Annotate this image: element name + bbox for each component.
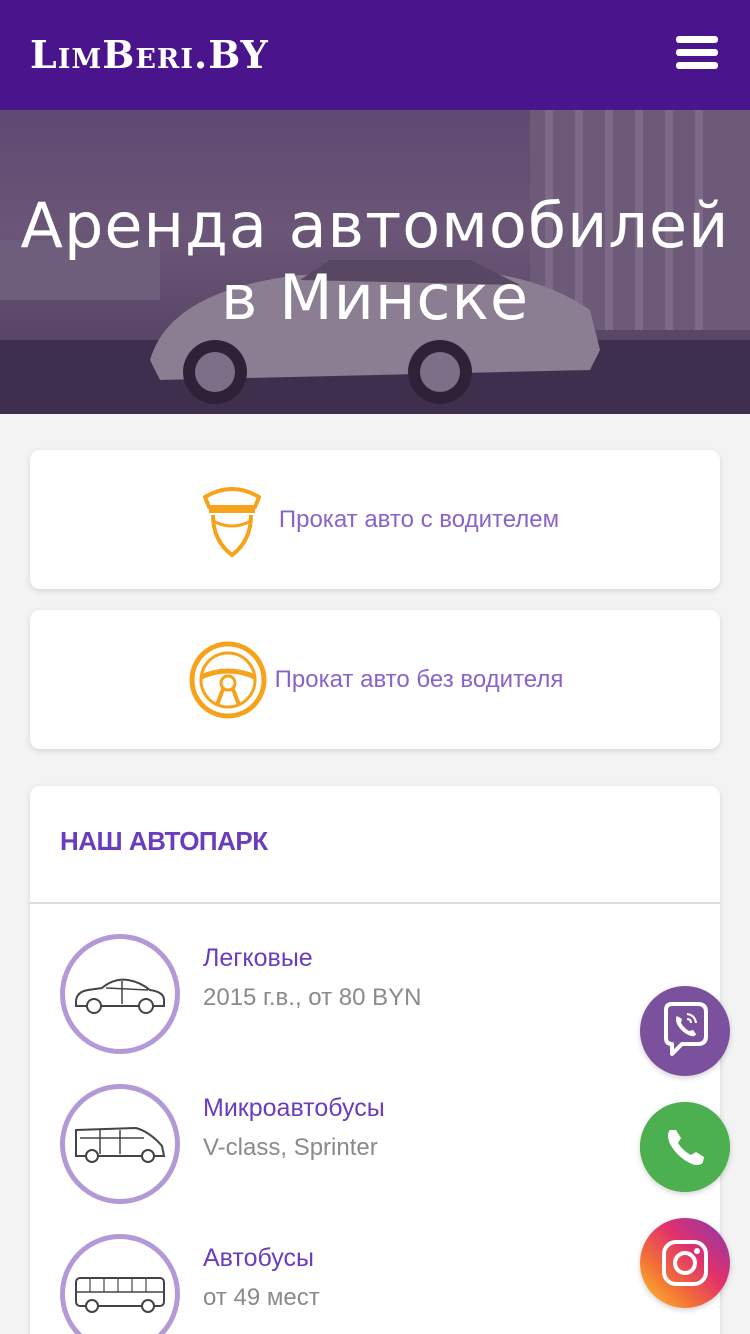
rent-without-driver-label: Прокат авто без водителя (274, 665, 564, 693)
fleet-card: НАШ АВТОПАРК Легковые 2015 г.в., от 80 B… (30, 786, 720, 1334)
whatsapp-icon (640, 1102, 730, 1192)
hero-title: Аренда автомобилей в Минске (0, 190, 750, 334)
fleet-item-desc: от 49 мест (203, 1284, 320, 1311)
minibus-icon-circle (60, 1084, 180, 1204)
whatsapp-button[interactable] (640, 1102, 730, 1192)
fleet-item-cars[interactable]: Легковые 2015 г.в., от 80 BYN (60, 934, 660, 1054)
fleet-item-name: Легковые (203, 944, 313, 972)
instagram-button[interactable] (640, 1218, 730, 1308)
steering-wheel-icon (189, 641, 267, 718)
fleet-item-desc: V-class, Sprinter (203, 1134, 378, 1161)
bus-icon-circle (60, 1234, 180, 1334)
hero-title-line1: Аренда автомобилей (20, 189, 730, 262)
rent-with-driver-button[interactable]: Прокат авто с водителем (30, 450, 720, 589)
rent-with-driver-label: Прокат авто с водителем (278, 505, 560, 533)
viber-icon (664, 1002, 708, 1056)
sedan-icon-circle (60, 934, 180, 1054)
bus-icon (75, 1277, 165, 1313)
divider (30, 902, 720, 904)
minibus-icon (75, 1126, 166, 1163)
top-bar: LimBeri.BY (0, 0, 750, 110)
chauffeur-icon (202, 486, 261, 557)
menu-icon[interactable] (676, 36, 718, 72)
fleet-item-name: Микроавтобусы (203, 1094, 385, 1122)
hero-banner: Аренда автомобилей в Минске (0, 110, 750, 414)
fleet-item-buses[interactable]: Автобусы от 49 мест (60, 1234, 660, 1334)
fleet-item-name: Автобусы (203, 1244, 314, 1272)
rent-without-driver-button[interactable]: Прокат авто без водителя (30, 610, 720, 749)
fleet-title: НАШ АВТОПАРК (60, 826, 268, 856)
fleet-item-minibuses[interactable]: Микроавтобусы V-class, Sprinter (60, 1084, 660, 1204)
instagram-icon (662, 1240, 708, 1286)
viber-button[interactable] (640, 986, 730, 1076)
fleet-item-desc: 2015 г.в., от 80 BYN (203, 984, 422, 1011)
hero-title-line2: в Минске (220, 261, 530, 334)
site-logo[interactable]: LimBeri.BY (30, 33, 269, 77)
sedan-icon (75, 978, 165, 1014)
